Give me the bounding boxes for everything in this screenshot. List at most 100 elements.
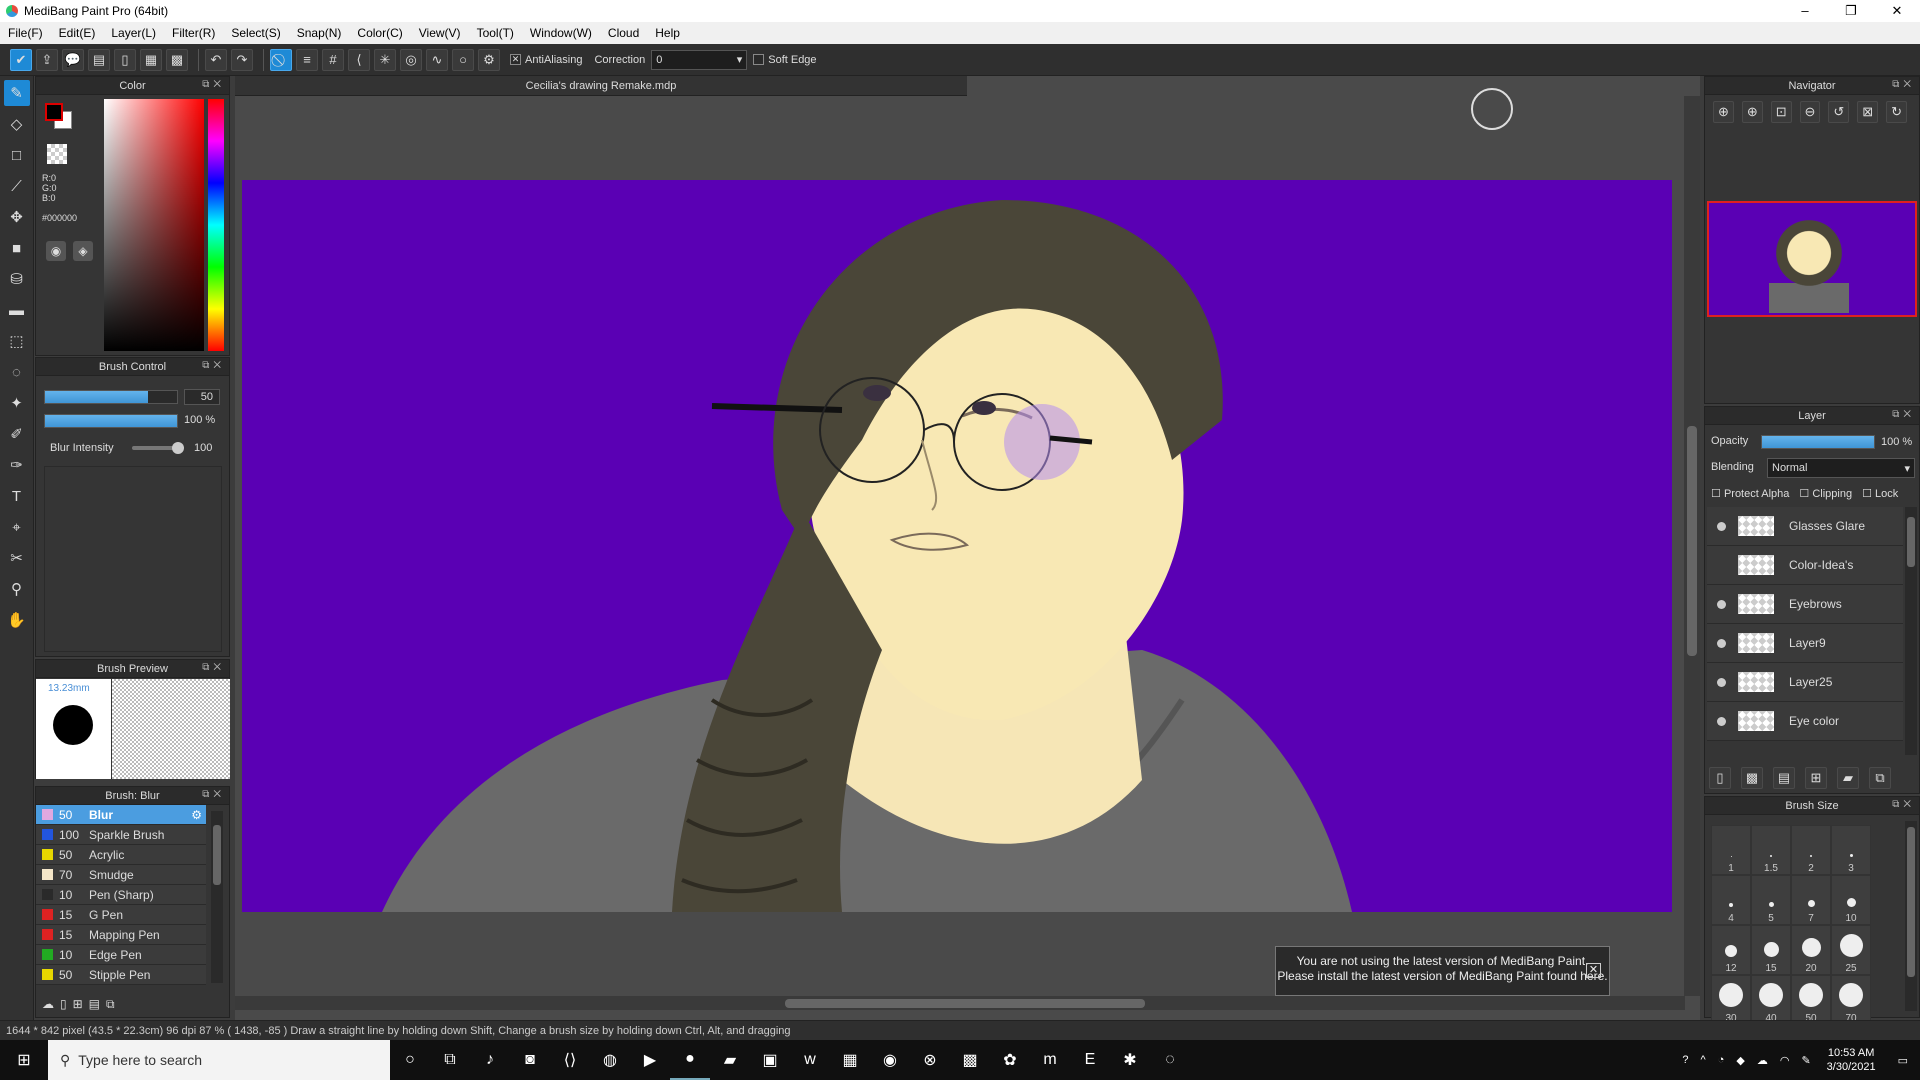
foreground-color-swatch[interactable] <box>45 103 63 121</box>
new-folder-icon[interactable]: ▰ <box>1837 767 1859 789</box>
snap-off-icon[interactable]: ⃠ <box>270 48 292 71</box>
menu-tool[interactable]: Tool(T) <box>469 26 522 40</box>
brush-size-cell[interactable]: 25 <box>1831 925 1871 975</box>
slack-icon[interactable]: ✱ <box>1110 1040 1150 1080</box>
xbox-icon[interactable]: ⊗ <box>910 1040 950 1080</box>
zoom-in-icon[interactable]: ⊕ <box>1713 101 1734 123</box>
task-view-icon[interactable]: ⧉ <box>430 1040 470 1080</box>
menu-cloud[interactable]: Cloud <box>600 26 647 40</box>
store-icon[interactable]: ▦ <box>830 1040 870 1080</box>
taskbar-search[interactable]: ⚲ Type here to search <box>48 1040 390 1080</box>
steam-icon[interactable]: ◉ <box>870 1040 910 1080</box>
epic-games-icon[interactable]: E <box>1070 1040 1110 1080</box>
file-explorer-icon[interactable]: ▰ <box>710 1040 750 1080</box>
dropbox-icon[interactable]: ◆ <box>1736 1054 1744 1067</box>
slider-handle[interactable] <box>172 442 184 454</box>
brush-size-cell[interactable]: 4 <box>1711 875 1751 925</box>
brush-item-g-pen[interactable]: 15 G Pen <box>36 905 206 925</box>
rotate-right-icon[interactable]: ↻ <box>1886 101 1908 123</box>
clock[interactable]: 10:53 AM 3/30/2021 <box>1827 1046 1876 1074</box>
layer-row[interactable]: Eyebrows <box>1707 585 1903 624</box>
select-rect-tool-icon[interactable]: ⬚ <box>4 328 30 354</box>
brush-item-smudge[interactable]: 70 Smudge <box>36 865 206 885</box>
music-app-icon[interactable]: ♪ <box>470 1040 510 1080</box>
brush-size-cell[interactable]: 1 <box>1711 825 1751 875</box>
brush-size-cell[interactable]: 12 <box>1711 925 1751 975</box>
menu-help[interactable]: Help <box>647 26 688 40</box>
app-icon[interactable]: ▣ <box>750 1040 790 1080</box>
brush-size-scrollbar[interactable] <box>1905 821 1917 1011</box>
hue-slider[interactable] <box>208 99 224 351</box>
select-eraser-tool-icon[interactable]: ✑ <box>4 452 30 478</box>
grid-panel-icon[interactable]: ▩ <box>166 48 188 71</box>
cloud-save-icon[interactable]: ✔ <box>10 48 32 71</box>
panel-float-close-icon[interactable]: ⧉✕ <box>202 789 225 800</box>
menu-window[interactable]: Window(W) <box>522 26 600 40</box>
cortana-icon[interactable]: ○ <box>390 1040 430 1080</box>
panel-float-close-icon[interactable]: ⧉✕ <box>1892 409 1915 420</box>
network-icon[interactable]: ◔ <box>1718 1054 1725 1066</box>
snap-settings-icon[interactable]: ⚙ <box>478 48 500 71</box>
move-tool-icon[interactable]: ✥ <box>4 204 30 230</box>
brush-item-sparkle[interactable]: 100 Sparkle Brush <box>36 825 206 845</box>
brush-size-cell[interactable]: 15 <box>1751 925 1791 975</box>
duplicate-layer-icon[interactable]: ⧉ <box>1869 767 1891 789</box>
vscode-icon[interactable]: ⟨⟩ <box>550 1040 590 1080</box>
brush-opacity-slider[interactable] <box>44 414 178 428</box>
brush-item-mapping-pen[interactable]: 15 Mapping Pen <box>36 925 206 945</box>
brush-settings-icon[interactable]: ⧉ <box>106 997 115 1012</box>
lock-checkbox[interactable]: ☐ Lock <box>1862 487 1898 500</box>
brush-size-cell[interactable]: 40 <box>1751 975 1791 1025</box>
brush-item-edge-pen[interactable]: 10 Edge Pen <box>36 945 206 965</box>
undo-icon[interactable]: ↶ <box>205 48 227 71</box>
close-button[interactable]: ✕ <box>1874 0 1920 22</box>
blur-intensity-slider[interactable] <box>132 442 184 454</box>
layer-row[interactable]: Glasses Glare <box>1707 507 1903 546</box>
menu-layer[interactable]: Layer(L) <box>103 26 164 40</box>
circle-snap-icon[interactable]: ◎ <box>400 48 422 71</box>
blending-select[interactable]: Normal ▾ <box>1767 458 1915 478</box>
panel-float-close-icon[interactable]: ⧉✕ <box>202 79 225 90</box>
panel-icon[interactable]: ▦ <box>140 48 162 71</box>
canvas-area[interactable]: Cecilia's drawing Remake.mdp You are not… <box>235 76 1700 1020</box>
eraser-tool-icon[interactable]: ◇ <box>4 111 30 137</box>
zoom-icon[interactable]: ⊕ <box>1741 101 1763 123</box>
eyedropper-tool-icon[interactable]: ⚲ <box>4 576 30 602</box>
eye-icon[interactable] <box>1717 638 1726 648</box>
select-pen-tool-icon[interactable]: ✐ <box>4 421 30 447</box>
magic-wand-tool-icon[interactable]: ✦ <box>4 390 30 416</box>
canvas-horizontal-scrollbar[interactable] <box>235 996 1685 1010</box>
eye-icon[interactable] <box>1717 716 1726 726</box>
eye-icon[interactable] <box>1717 521 1726 531</box>
rotate-left-icon[interactable]: ↺ <box>1828 101 1850 123</box>
brush-size-cell[interactable]: 7 <box>1791 875 1831 925</box>
panel-float-close-icon[interactable]: ⧉✕ <box>202 360 225 371</box>
vanishing-point-snap-icon[interactable]: ⟨ <box>348 48 370 71</box>
ellipse-snap-icon[interactable]: ○ <box>452 48 474 71</box>
scrollbar-thumb[interactable] <box>785 999 1145 1008</box>
comment-icon[interactable]: 💬 <box>62 48 84 71</box>
lasso-tool-icon[interactable]: ◌ <box>4 359 30 385</box>
layer-scrollbar[interactable] <box>1905 507 1917 755</box>
canvas-vertical-scrollbar[interactable] <box>1684 96 1700 996</box>
menu-color[interactable]: Color(C) <box>349 26 410 40</box>
panel-float-close-icon[interactable]: ⧉✕ <box>1892 799 1915 810</box>
game-icon[interactable]: ✿ <box>990 1040 1030 1080</box>
notification-icon[interactable]: ▭ <box>1898 1054 1908 1067</box>
scrollbar-thumb[interactable] <box>1687 426 1697 656</box>
layer-row[interactable]: Layer25 <box>1707 663 1903 702</box>
cross-snap-icon[interactable]: # <box>322 48 344 71</box>
brush-item-blur[interactable]: 50 Blur ⚙ <box>36 805 206 825</box>
new-brush-icon[interactable]: ▯ <box>60 997 67 1011</box>
radial-snap-icon[interactable]: ✳ <box>374 48 396 71</box>
zoom-out-icon[interactable]: ⊖ <box>1799 101 1821 123</box>
add-layer-menu-icon[interactable]: ⊞ <box>1805 767 1827 789</box>
brush-size-cell[interactable]: 20 <box>1791 925 1831 975</box>
medibang-cloud-icon[interactable]: m <box>1030 1040 1070 1080</box>
brush-size-cell[interactable]: 1.5 <box>1751 825 1791 875</box>
transparent-color-swatch[interactable] <box>47 144 67 164</box>
correction-select[interactable]: 0 ▾ <box>651 49 748 70</box>
page-icon[interactable]: ▤ <box>88 48 110 71</box>
bucket-tool-icon[interactable]: ⛁ <box>4 266 30 292</box>
minecraft-icon[interactable]: ▩ <box>950 1040 990 1080</box>
